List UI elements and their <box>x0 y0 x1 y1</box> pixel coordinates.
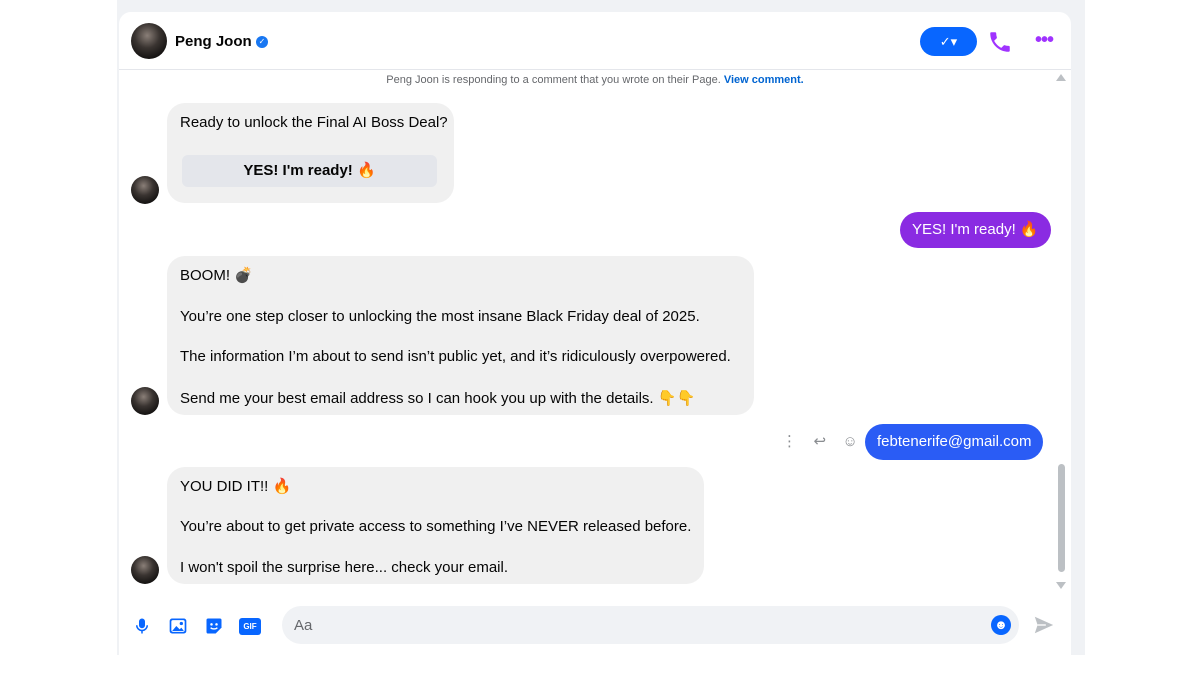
gif-button[interactable]: GIF <box>239 618 261 635</box>
message-text: Send me your best email address so I can… <box>180 390 696 407</box>
send-button[interactable] <box>1032 614 1056 636</box>
page-backdrop-right <box>1085 0 1200 675</box>
message-text: I won't spoil the surprise here... check… <box>180 559 509 576</box>
contact-avatar[interactable] <box>131 23 167 59</box>
message-text: BOOM! 💣 <box>180 267 253 284</box>
message-input[interactable] <box>294 606 974 644</box>
react-icon[interactable]: ☺ <box>842 433 857 450</box>
incoming-message[interactable]: BOOM! 💣 You’re one step closer to unlock… <box>167 256 754 415</box>
outgoing-message[interactable]: YES! I'm ready! 🔥 <box>900 212 1051 248</box>
image-glyph-icon <box>169 618 187 634</box>
contact-name[interactable]: Peng Joon <box>175 33 252 50</box>
sender-avatar[interactable] <box>131 387 159 415</box>
message-text: You’re one step closer to unlocking the … <box>180 308 700 325</box>
message-text: The information I’m about to send isn’t … <box>180 348 731 365</box>
message-input-container: ☻ <box>282 606 1019 644</box>
messenger-window: Peng Joon ✓ ✓▾ ••• Peng Joon is respondi… <box>117 0 1085 655</box>
phone-call-button[interactable] <box>987 29 1013 55</box>
quick-reply-button[interactable]: YES! I'm ready! 🔥 <box>182 155 437 187</box>
status-dropdown-button[interactable]: ✓▾ <box>920 27 977 56</box>
scroll-up-arrow-icon[interactable] <box>1056 74 1066 81</box>
sender-avatar[interactable] <box>131 556 159 584</box>
phone-icon <box>990 32 1010 52</box>
mic-icon[interactable] <box>131 616 153 636</box>
reply-icon[interactable]: ↩ <box>813 432 826 450</box>
verified-badge-icon: ✓ <box>256 36 268 48</box>
send-icon <box>1034 616 1054 634</box>
chat-panel: Peng Joon ✓ ✓▾ ••• Peng Joon is respondi… <box>119 12 1071 655</box>
message-text: Ready to unlock the Final AI Boss Deal? <box>180 114 448 131</box>
emoji-picker-icon[interactable]: ☻ <box>991 615 1011 635</box>
more-options-button[interactable]: ••• <box>1031 29 1057 55</box>
sender-avatar[interactable] <box>131 176 159 204</box>
mic-glyph-icon <box>136 618 148 634</box>
chat-header: Peng Joon ✓ ✓▾ ••• <box>119 12 1071 70</box>
sticker-glyph-icon <box>206 618 222 634</box>
scroll-down-arrow-icon[interactable] <box>1056 582 1066 589</box>
message-text: YOU DID IT!! 🔥 <box>180 478 292 495</box>
view-comment-link[interactable]: View comment. <box>724 74 804 86</box>
sticker-icon[interactable] <box>203 616 225 636</box>
comment-notice-text: Peng Joon is responding to a comment tha… <box>386 74 721 86</box>
incoming-message[interactable]: Ready to unlock the Final AI Boss Deal? … <box>167 103 454 203</box>
message-text: You’re about to get private access to so… <box>180 518 692 535</box>
page-backdrop-left <box>0 0 117 675</box>
comment-notice: Peng Joon is responding to a comment tha… <box>119 74 1071 86</box>
scrollbar-thumb[interactable] <box>1058 464 1065 572</box>
incoming-message[interactable]: YOU DID IT!! 🔥 You’re about to get priva… <box>167 467 704 584</box>
message-composer: GIF ☻ <box>119 604 1071 648</box>
outgoing-message[interactable]: febtenerife@gmail.com <box>865 424 1044 460</box>
image-icon[interactable] <box>167 616 189 636</box>
message-more-icon[interactable]: ⋮ <box>782 432 797 450</box>
message-actions: ⋮ ↩ ☺ <box>782 432 870 452</box>
